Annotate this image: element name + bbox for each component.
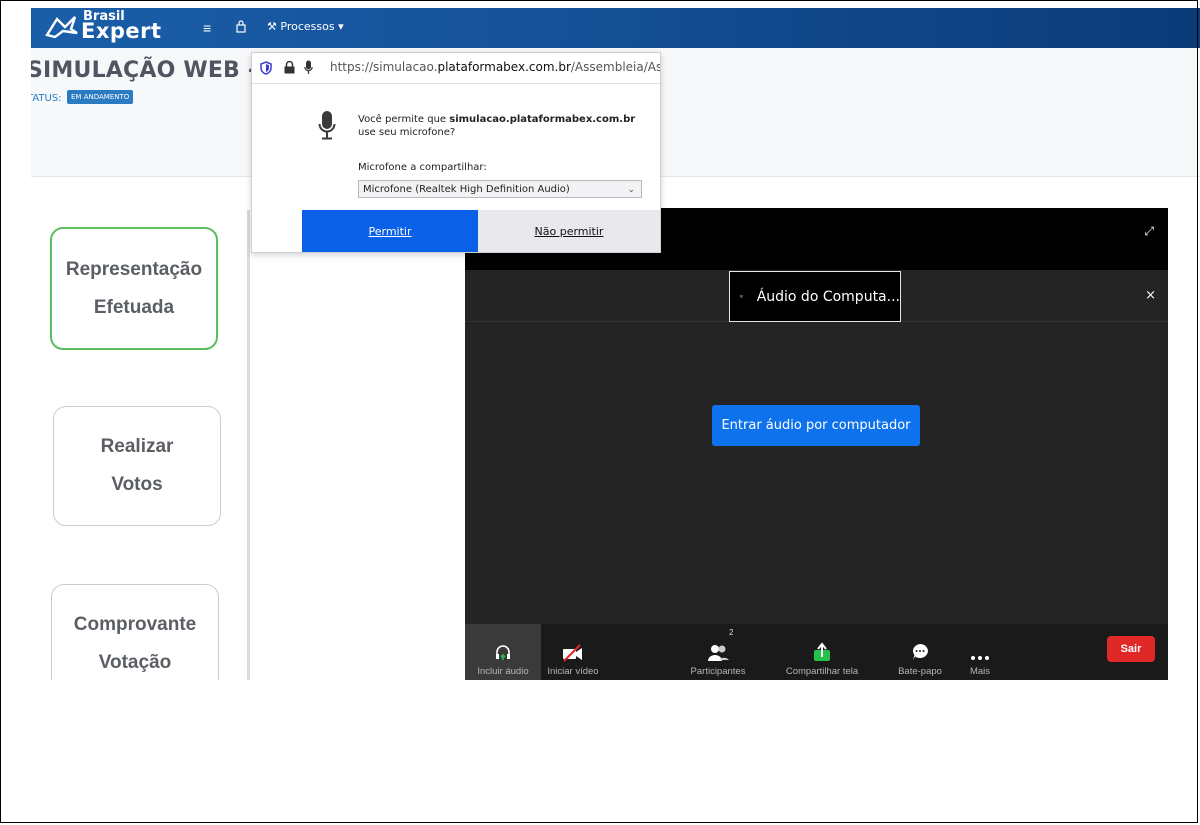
url-text[interactable]: https://simulacao.plataformabex.com.br/A…	[330, 60, 660, 74]
card-line: Representação	[65, 258, 203, 280]
audio-tab-label: Áudio do Computa...	[756, 288, 900, 305]
join-computer-audio-button[interactable]: Entrar áudio por computador	[712, 405, 920, 446]
toolbar-label: Incluir áudio	[477, 666, 529, 677]
card-realizar-votos[interactable]: Realizar Votos	[53, 406, 221, 526]
microphone-permission-popup: https://simulacao.plataformabex.com.br/A…	[251, 52, 661, 253]
toolbar-label: Bate-papo	[898, 666, 942, 677]
toolbar-label: Compartilhar tela	[785, 666, 859, 677]
card-line: Comprovante	[73, 614, 197, 635]
tab-computer-audio[interactable]: Áudio do Computa...	[729, 271, 901, 322]
url-domain: plataformabex.com.br	[437, 60, 571, 74]
deny-label: Não permitir	[534, 224, 604, 238]
permission-prompt: Você permite que simulacao.plataformabex…	[358, 113, 648, 139]
participants-icon	[708, 645, 729, 661]
logo-expert-text: Expert	[81, 19, 162, 43]
video-off-icon	[563, 644, 582, 662]
toolbar-label: Mais	[969, 666, 991, 677]
processos-menu[interactable]: ⚒ Processos ▾	[267, 20, 344, 33]
chat-icon	[913, 644, 928, 660]
url-suffix: /Assembleia/As	[570, 60, 660, 74]
microphone-share-label: Microfone a compartilhar:	[358, 162, 487, 173]
close-icon[interactable]: ×	[1145, 288, 1156, 303]
card-comprovante-votacao[interactable]: Comprovante Votação	[51, 584, 219, 680]
padlock-icon[interactable]	[284, 61, 295, 74]
leave-meeting-button[interactable]: Sair	[1107, 636, 1155, 662]
card-representacao-efetuada[interactable]: Representação Efetuada	[50, 227, 218, 350]
lock-icon[interactable]	[236, 20, 246, 36]
toolbar-join-audio[interactable]: Incluir áudio	[465, 624, 541, 680]
top-navbar: Brasil Expert ≡ ⚒ Processos ▾	[31, 8, 1200, 48]
url-prefix: https://simulacao.	[330, 60, 438, 74]
processos-label: Processos	[280, 20, 335, 33]
headphones-icon	[496, 645, 510, 660]
screenshot-area: Brasil Expert ≡ ⚒ Processos ▾ SIMULAÇÃO …	[31, 8, 1200, 680]
status-label: TATUS:	[31, 93, 62, 104]
share-screen-icon	[814, 642, 830, 661]
prompt-host: simulacao.plataformabex.com.br	[449, 114, 636, 125]
zoom-toolbar: Incluir áudio Iniciar vídeo 2 Participan…	[465, 624, 1168, 680]
card-line: Realizar	[100, 436, 174, 457]
microphone-small-icon[interactable]	[304, 60, 313, 75]
computer-icon	[740, 295, 743, 298]
chevron-down-icon: ⌄	[627, 185, 635, 195]
caret-down-icon: ▾	[338, 20, 344, 33]
expand-icon[interactable]: ⤢	[1144, 224, 1154, 239]
card-line: Efetuada	[93, 296, 175, 318]
more-icon	[971, 656, 989, 660]
card-line: Votação	[98, 652, 172, 673]
logo-mark-icon	[45, 16, 78, 39]
allow-button[interactable]: Permitir	[302, 210, 478, 252]
address-bar[interactable]: https://simulacao.plataformabex.com.br/A…	[252, 53, 660, 84]
toolbar-label: Iniciar vídeo	[547, 666, 599, 677]
toolbar-share-screen[interactable]: Compartilhar tela	[775, 624, 869, 680]
toolbar-start-video[interactable]: Iniciar vídeo	[541, 624, 605, 680]
sidebar-divider	[247, 210, 250, 680]
prompt-suffix: use seu microfone?	[358, 127, 456, 138]
brand-logo[interactable]: Brasil Expert	[45, 9, 165, 43]
toolbar-more[interactable]: Mais	[961, 624, 999, 680]
gavel-icon: ⚒	[267, 20, 277, 33]
deny-button[interactable]: Não permitir	[478, 210, 660, 252]
hamburger-menu-icon[interactable]: ≡	[203, 20, 211, 36]
prompt-prefix: Você permite que	[358, 114, 450, 125]
microphone-select[interactable]: Microfone (Realtek High Definition Audio…	[358, 180, 642, 198]
toolbar-participants[interactable]: 2 Participantes	[681, 624, 755, 680]
microphone-icon	[318, 111, 336, 140]
microphone-selected-value: Microfone (Realtek High Definition Audio…	[363, 184, 570, 195]
toolbar-label: Participantes	[690, 666, 746, 677]
card-line: Votos	[111, 474, 163, 495]
toolbar-chat[interactable]: Bate-papo	[889, 624, 951, 680]
status-badge: EM ANDAMENTO	[67, 90, 134, 104]
zoom-meeting-panel: ⤢ Áudio do Computa... × Entrar áudio por…	[465, 208, 1168, 680]
shield-icon[interactable]	[260, 61, 272, 75]
participants-count: 2	[729, 628, 734, 637]
